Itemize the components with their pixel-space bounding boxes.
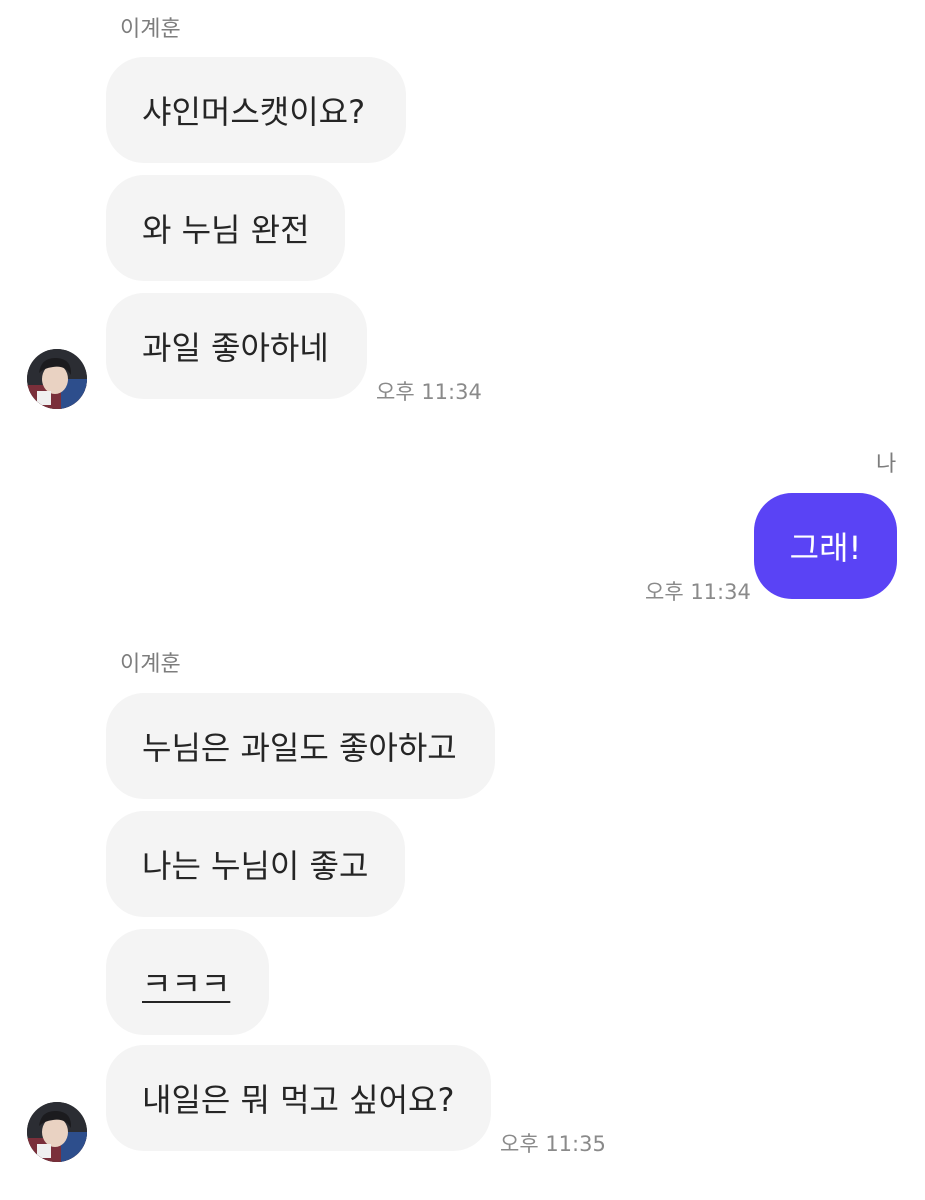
message-bubble-incoming[interactable]: 과일 좋아하네 [106, 293, 367, 399]
message-bubble-incoming[interactable]: ㅋㅋㅋ [106, 929, 269, 1035]
message-text: 내일은 뭐 먹고 싶어요? [142, 1081, 455, 1119]
message-bubble-incoming[interactable]: 나는 누님이 좋고 [106, 811, 405, 917]
message-text-link[interactable]: ㅋㅋㅋ [142, 959, 230, 1005]
message-text: 샤인머스캣이요? [142, 93, 366, 131]
message-bubble-incoming[interactable]: 샤인머스캣이요? [106, 57, 406, 163]
message-text: 와 누님 완전 [142, 211, 310, 249]
message-timestamp: 오후 11:34 [376, 380, 482, 404]
profile-photo-icon [27, 349, 87, 409]
message-text: 나는 누님이 좋고 [142, 847, 369, 885]
message-bubble-incoming[interactable]: 누님은 과일도 좋아하고 [106, 693, 495, 799]
avatar[interactable] [27, 349, 87, 409]
sender-name: 이계훈 [120, 652, 181, 677]
message-timestamp: 오후 11:34 [645, 580, 751, 604]
message-text: 그래! [789, 529, 862, 567]
sender-name: 이계훈 [120, 17, 181, 42]
message-text: 과일 좋아하네 [142, 329, 329, 367]
message-bubble-incoming[interactable]: 와 누님 완전 [106, 175, 345, 281]
profile-photo-icon [27, 1102, 87, 1162]
message-bubble-outgoing[interactable]: 그래! [754, 493, 897, 599]
avatar[interactable] [27, 1102, 87, 1162]
message-text: 누님은 과일도 좋아하고 [142, 729, 457, 767]
message-timestamp: 오후 11:35 [500, 1132, 606, 1156]
sender-name-self: 나 [876, 452, 897, 477]
message-bubble-incoming[interactable]: 내일은 뭐 먹고 싶어요? [106, 1045, 491, 1151]
